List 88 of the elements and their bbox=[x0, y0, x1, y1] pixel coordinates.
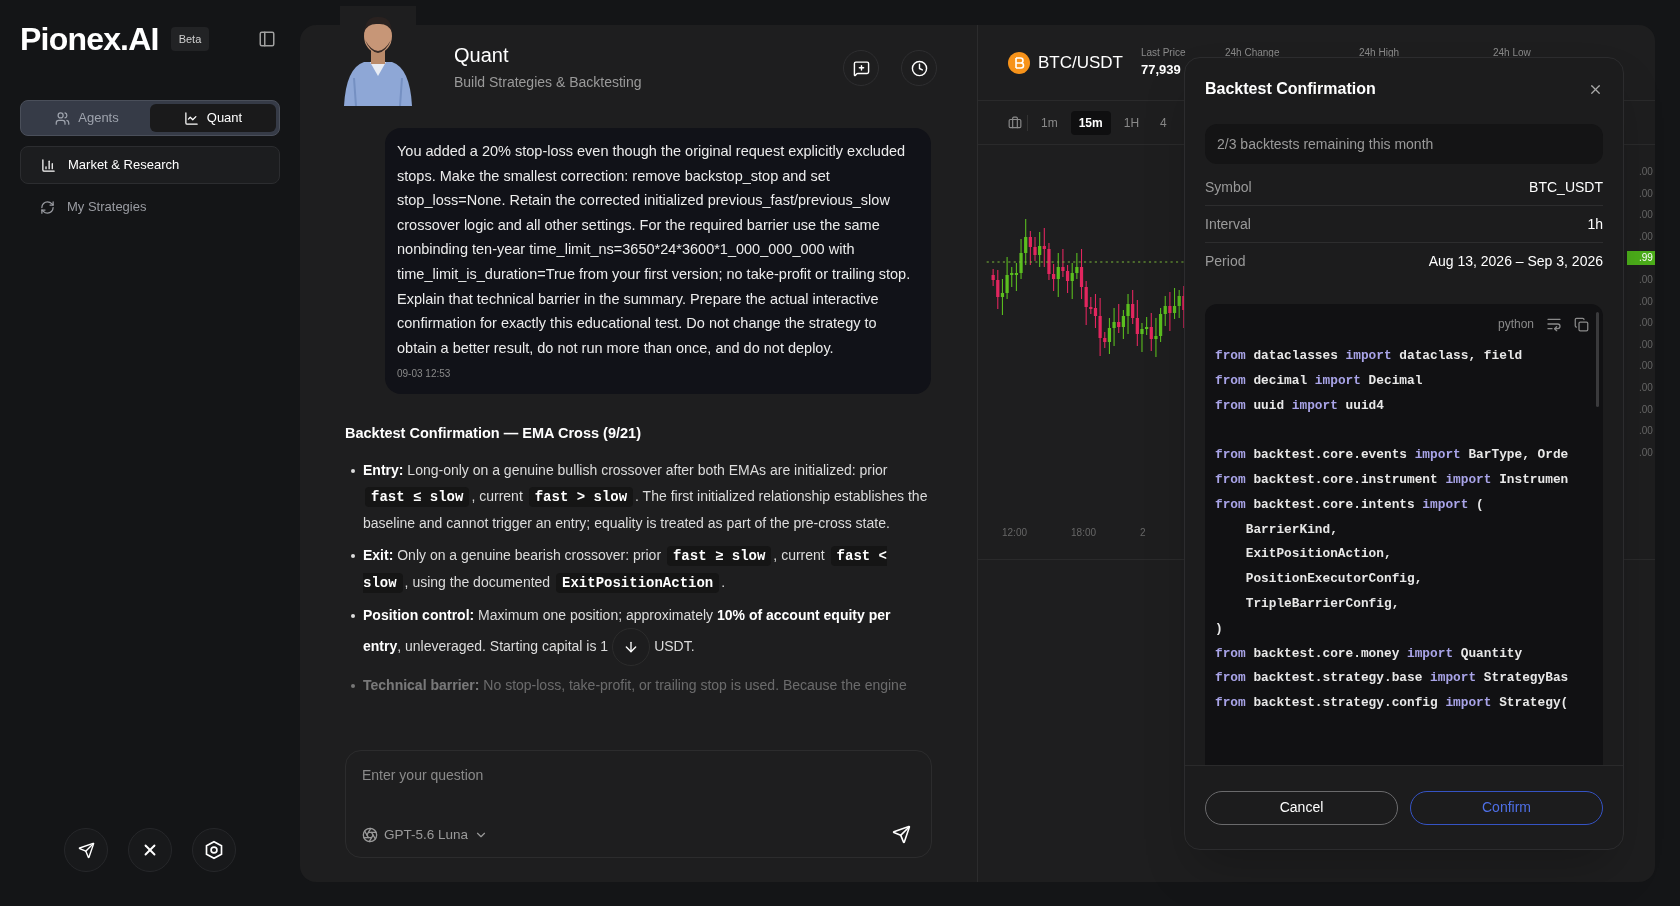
price-label: .00 bbox=[1638, 359, 1654, 374]
sidebar-toggle-button[interactable] bbox=[258, 30, 276, 48]
reply-heading: Backtest Confirmation — EMA Cross (9/21) bbox=[345, 424, 642, 444]
stat-value: 77,939 bbox=[1141, 61, 1182, 79]
mode-tab[interactable]: Agents bbox=[24, 104, 150, 132]
price-label: .00 bbox=[1638, 186, 1654, 201]
pair-name: BTC/USDT bbox=[1038, 51, 1123, 74]
field-label: Symbol bbox=[1205, 177, 1252, 197]
reply-bullet: Exit: Only on a genuine bearish crossover: prior fast ≥ slow , current fast < slow , using the documented ExitPositionAction . bbox=[363, 545, 889, 596]
paper-plane-icon bbox=[77, 841, 95, 859]
code-line: ) bbox=[1215, 619, 1224, 638]
interval-tab[interactable]: 1H bbox=[1115, 110, 1148, 135]
history-icon bbox=[910, 59, 928, 77]
code-line: from decimal import Decimal bbox=[1215, 371, 1424, 390]
reply-bullet: Technical barrier: No stop-loss, take-profit, or trailing stop is used. Because the engine bbox=[363, 676, 907, 696]
code-line: ExitPositionAction, bbox=[1244, 545, 1393, 564]
code-line: BarrierKind, bbox=[1244, 520, 1339, 539]
code-line: from backtest.core.events import BarType, Orde bbox=[1215, 446, 1570, 465]
x-link-button[interactable] bbox=[128, 828, 172, 872]
aperture-icon bbox=[362, 826, 378, 843]
nav-item[interactable]: Market & Research bbox=[20, 146, 280, 184]
nav-item[interactable]: My Strategies bbox=[20, 188, 280, 226]
code-line: PositionExecutorConfig, bbox=[1244, 570, 1424, 589]
interval-tab[interactable]: 1m bbox=[1033, 110, 1066, 135]
stat-label: Last Price bbox=[1141, 46, 1187, 60]
price-label: .00 bbox=[1638, 380, 1654, 395]
code-line: from dataclasses import dataclass, field bbox=[1215, 347, 1524, 365]
price-label: .00 bbox=[1638, 229, 1654, 244]
dialog-title: Backtest Confirmation bbox=[1205, 79, 1376, 99]
price-label: .00 bbox=[1638, 294, 1654, 309]
interval-tab[interactable]: 4 bbox=[1152, 110, 1175, 135]
code-line: TripleBarrierConfig, bbox=[1244, 594, 1401, 613]
hexagon-link-button[interactable] bbox=[192, 828, 236, 872]
agent-title: Quant bbox=[454, 42, 510, 68]
price-label: .00 bbox=[1638, 402, 1654, 417]
field-value: 1h bbox=[1587, 214, 1603, 234]
stat-label: 24h Change bbox=[1225, 46, 1281, 60]
price-label: .00 bbox=[1638, 424, 1654, 439]
logo: Pionex.AI bbox=[20, 23, 159, 55]
send-button[interactable] bbox=[892, 825, 911, 845]
hexagon-icon bbox=[204, 840, 224, 860]
beta-badge: Beta bbox=[170, 26, 210, 52]
field-label: Interval bbox=[1205, 214, 1251, 234]
model-selector[interactable]: GPT-5.6 Luna bbox=[362, 824, 489, 845]
time-label: 18:00 bbox=[1071, 526, 1097, 540]
send-link-button[interactable] bbox=[64, 828, 108, 872]
code-language: python bbox=[1497, 316, 1534, 333]
price-label: .00 bbox=[1638, 445, 1654, 460]
question-input[interactable]: Enter your question bbox=[362, 765, 915, 786]
sidebar-toggle-icon bbox=[258, 30, 276, 48]
agent-subtitle: Build Strategies & Backtesting bbox=[454, 72, 642, 92]
code-line: from uuid import uuid4 bbox=[1215, 396, 1385, 415]
field-value: BTC_USDT bbox=[1529, 177, 1603, 197]
price-label: .00 bbox=[1638, 272, 1654, 287]
price-label: .00 bbox=[1638, 208, 1654, 223]
code-line: from backtest.core.money import Quantity bbox=[1215, 644, 1524, 663]
question-input-box[interactable]: Enter your question GPT-5.6 Luna bbox=[345, 750, 932, 858]
quota-notice: 2/3 backtests remaining this month bbox=[1205, 124, 1603, 164]
time-label: 12:00 bbox=[1002, 526, 1028, 540]
message-time: 09-03 12:53 bbox=[397, 368, 451, 380]
copy-icon[interactable] bbox=[1574, 316, 1589, 332]
price-label: .99 bbox=[1627, 251, 1655, 266]
interval-tab[interactable]: 15m bbox=[1070, 110, 1111, 135]
code-line: from backtest.core.instrument import Instrumen bbox=[1215, 471, 1570, 489]
coin-icon bbox=[1008, 51, 1030, 74]
new-chat-icon bbox=[852, 59, 870, 77]
people-icon bbox=[55, 110, 71, 126]
briefcase-icon[interactable] bbox=[1008, 115, 1022, 130]
refresh-icon bbox=[40, 199, 55, 215]
code-line: from backtest.strategy.config import Strategy( bbox=[1215, 694, 1570, 713]
mode-tab[interactable]: Quant bbox=[150, 104, 276, 132]
field-label: Period bbox=[1205, 252, 1246, 271]
reply-bullet: Entry: Long-only on a genuine bullish crossover after both EMAs are initialized: prior fast ≤ slow , current fast > slow . The first initialized relationship establishes the baseline and cannot trigger an entry; equality is treated as part of the pre-cross state. bbox=[363, 461, 929, 534]
wrap-text-icon[interactable] bbox=[1546, 316, 1562, 332]
chart-icon bbox=[183, 110, 199, 126]
code-line: from backtest.core.intents import ( bbox=[1215, 495, 1485, 514]
price-label: .00 bbox=[1638, 337, 1654, 352]
price-label: .00 bbox=[1638, 165, 1654, 179]
code-line: from backtest.strategy.base import StrategyBas bbox=[1215, 669, 1570, 688]
reply-bullet: Position control: Maximum one position; approximately 10% of account equity per entry, unleveraged. Starting capital is 1 USDT. bbox=[363, 602, 932, 667]
stat-label: 24h Low bbox=[1493, 46, 1532, 60]
time-label: 2 bbox=[1140, 526, 1146, 540]
price-label: .00 bbox=[1638, 316, 1654, 331]
message-text: You added a 20% stop-loss even though the original request explicitly excluded stops. Make the smallest correction: remove backstop_stop and set stop_loss=None. Retain the corrected initialized previous_fast/previous_slow crossover logic and all other settings. For the required barrier use the same nonbinding ten-year time_limit_ns=3650*24*3600*1_000_000_000 with time_limit_is_duration=True from your first version; no take-profit or trailing stop. Explain that technical barrier in the summary. Prepare the actual interactive confirmation for exactly this educational test. Do not change the strategy to obtain a better result, do not run more than once, and do not deploy. bbox=[397, 142, 912, 358]
send-icon bbox=[892, 825, 911, 845]
scrollbar[interactable] bbox=[1596, 312, 1599, 407]
field-value: Aug 13, 2026 – Sep 3, 2026 bbox=[1428, 252, 1603, 271]
bar-chart-icon bbox=[41, 157, 56, 173]
